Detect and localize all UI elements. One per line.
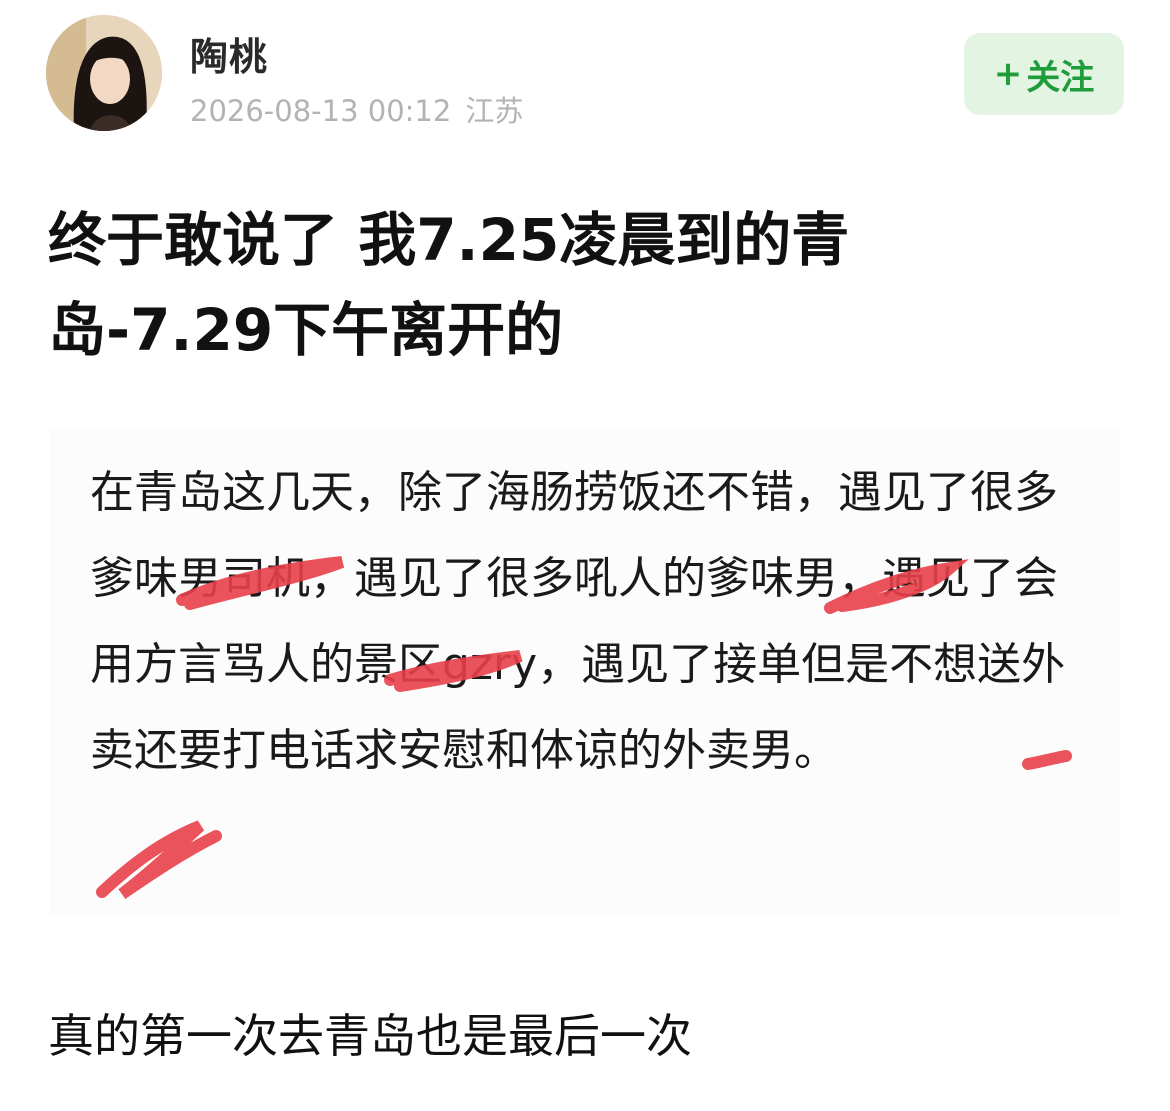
closing-line: 真的第一次去青岛也是最后一次 bbox=[48, 1009, 692, 1063]
post-meta: 2026-08-13 00:12 江苏 bbox=[190, 88, 523, 130]
author-name[interactable]: 陶桃 bbox=[190, 26, 268, 81]
censor-scribble bbox=[96, 820, 222, 899]
avatar-image bbox=[46, 15, 162, 131]
post-timestamp: 2026-08-13 00:12 bbox=[190, 94, 452, 128]
post-location: 江苏 bbox=[465, 94, 524, 128]
plus-icon: + bbox=[993, 54, 1023, 94]
follow-label: 关注 bbox=[1026, 57, 1095, 98]
embedded-screenshot[interactable]: 在青岛这几天，除了海肠捞饭还不错，遇见了很多爹味男司机，遇见了很多吼人的爹味男，… bbox=[50, 428, 1120, 916]
post-title: 终于敢说了 我7.25凌晨到的青岛-7.29下午离开的 bbox=[48, 206, 850, 364]
quoted-text: 在青岛这几天，除了海肠捞饭还不错，遇见了很多爹味男司机，遇见了很多吼人的爹味男，… bbox=[90, 467, 1066, 776]
post-header: 陶桃 2026-08-13 00:12 江苏 + 关注 bbox=[0, 0, 1170, 160]
follow-button[interactable]: + 关注 bbox=[964, 33, 1124, 115]
avatar[interactable] bbox=[46, 15, 162, 131]
